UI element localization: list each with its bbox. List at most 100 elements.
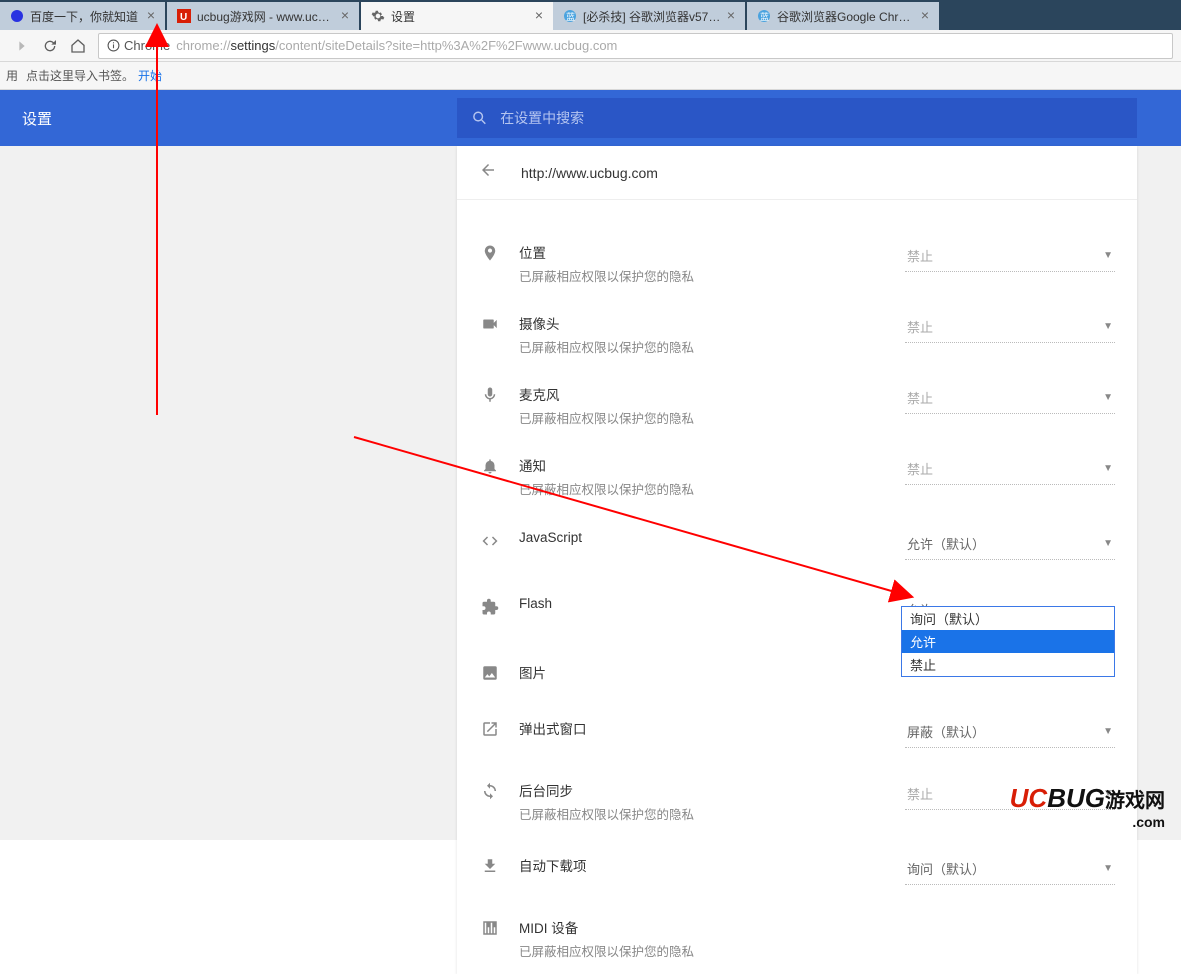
- close-icon[interactable]: ×: [339, 10, 351, 22]
- bookmark-start-link[interactable]: 开始: [138, 67, 162, 84]
- perm-select[interactable]: 屏蔽（默认）▼: [905, 718, 1115, 748]
- perm-select[interactable]: 禁止▼: [905, 313, 1115, 343]
- flash-option-allow[interactable]: 允许: [902, 630, 1114, 653]
- perm-select[interactable]: 询问（默认）▼: [905, 855, 1115, 885]
- close-icon[interactable]: ×: [145, 10, 157, 22]
- reload-button[interactable]: [38, 34, 62, 58]
- chevron-down-icon: ▼: [1103, 726, 1113, 737]
- perm-javascript: JavaScript 允许（默认）▼: [457, 512, 1137, 578]
- flash-option-ask[interactable]: 询问（默认）: [902, 607, 1114, 630]
- close-icon[interactable]: ×: [919, 10, 931, 22]
- url-input[interactable]: Chrome chrome://settings/content/siteDet…: [98, 33, 1173, 59]
- perm-flash: Flash 允许▼ 询问（默认） 允许 禁止: [457, 578, 1137, 644]
- bell-icon: [479, 457, 501, 475]
- chevron-down-icon: ▼: [1103, 538, 1113, 549]
- browser-tab-ucbug[interactable]: U ucbug游戏网 - www.ucb… ×: [167, 2, 359, 30]
- url-text: chrome://settings/content/siteDetails?si…: [176, 38, 617, 53]
- watermark: UCBUG游戏网 .com: [1010, 783, 1165, 830]
- flash-option-block[interactable]: 禁止: [902, 653, 1114, 676]
- perm-label: 摄像头: [519, 313, 905, 333]
- favicon-lan: 蓝: [757, 9, 771, 23]
- settings-search[interactable]: [457, 98, 1137, 138]
- location-icon: [479, 244, 501, 262]
- perm-label: 通知: [519, 455, 905, 475]
- perm-midi: MIDI 设备已屏蔽相应权限以保护您的隐私: [457, 903, 1137, 974]
- chevron-down-icon: ▼: [1103, 463, 1113, 474]
- perm-sublabel: 已屏蔽相应权限以保护您的隐私: [519, 804, 905, 823]
- mic-icon: [479, 386, 501, 404]
- perm-label: JavaScript: [519, 530, 905, 545]
- favicon-baidu: [10, 9, 24, 23]
- flash-dropdown-menu: 询问（默认） 允许 禁止: [901, 606, 1115, 677]
- perm-sublabel: 已屏蔽相应权限以保护您的隐私: [519, 266, 905, 285]
- perm-popups: 弹出式窗口 屏蔽（默认）▼: [457, 700, 1137, 766]
- midi-icon: [479, 919, 501, 937]
- image-icon: [479, 664, 501, 682]
- perm-label: 位置: [519, 242, 905, 262]
- tab-title: 谷歌浏览器Google Chro…: [777, 8, 915, 25]
- perm-auto-download: 自动下载项 询问（默认）▼: [457, 837, 1137, 903]
- nav-forward-button[interactable]: [10, 34, 34, 58]
- perm-label: Flash: [519, 596, 905, 611]
- address-bar: Chrome chrome://settings/content/siteDet…: [0, 30, 1181, 62]
- back-button[interactable]: [479, 161, 497, 184]
- chevron-down-icon: ▼: [1103, 250, 1113, 261]
- svg-text:蓝: 蓝: [760, 11, 769, 22]
- gear-icon: [371, 9, 385, 23]
- bookmark-hint: 点击这里导入书签。: [26, 67, 134, 84]
- settings-page: 设置 http://www.ucbug.com 位置已屏蔽相应权限以保护您的隐私…: [0, 90, 1181, 840]
- perm-select[interactable]: 允许（默认）▼: [905, 530, 1115, 560]
- chevron-down-icon: ▼: [1103, 863, 1113, 874]
- popup-icon: [479, 720, 501, 738]
- perm-select[interactable]: 禁止▼: [905, 242, 1115, 272]
- search-icon: [471, 109, 488, 127]
- tab-title: 设置: [391, 8, 529, 25]
- chevron-down-icon: ▼: [1103, 321, 1113, 332]
- panel-header: http://www.ucbug.com: [457, 146, 1137, 200]
- bookmark-hint-prefix: 用: [6, 67, 18, 84]
- browser-tab-article[interactable]: 蓝 [必杀技] 谷歌浏览器v57… ×: [553, 2, 745, 30]
- perm-label: 麦克风: [519, 384, 905, 404]
- perm-label: 弹出式窗口: [519, 718, 905, 738]
- browser-tab-strip: 百度一下，你就知道 × U ucbug游戏网 - www.ucb… × 设置 ×…: [0, 0, 1181, 30]
- perm-sublabel: 已屏蔽相应权限以保护您的隐私: [519, 941, 1115, 960]
- perm-sublabel: 已屏蔽相应权限以保护您的隐私: [519, 408, 905, 427]
- puzzle-icon: [479, 598, 501, 616]
- tab-title: ucbug游戏网 - www.ucb…: [197, 8, 335, 25]
- sync-icon: [479, 782, 501, 800]
- tab-title: [必杀技] 谷歌浏览器v57…: [583, 8, 721, 25]
- site-url: http://www.ucbug.com: [521, 165, 658, 181]
- code-icon: [479, 532, 501, 550]
- perm-notifications: 通知已屏蔽相应权限以保护您的隐私 禁止▼: [457, 441, 1137, 512]
- perm-mic: 麦克风已屏蔽相应权限以保护您的隐私 禁止▼: [457, 370, 1137, 441]
- svg-text:蓝: 蓝: [566, 11, 575, 22]
- favicon-ucbug: U: [177, 9, 191, 23]
- close-icon[interactable]: ×: [725, 10, 737, 22]
- home-button[interactable]: [66, 34, 90, 58]
- close-icon[interactable]: ×: [533, 10, 545, 22]
- chevron-down-icon: ▼: [1103, 392, 1113, 403]
- perm-camera: 摄像头已屏蔽相应权限以保护您的隐私 禁止▼: [457, 299, 1137, 370]
- perm-label: 自动下载项: [519, 855, 905, 875]
- perm-label: 后台同步: [519, 780, 905, 800]
- perm-sublabel: 已屏蔽相应权限以保护您的隐私: [519, 337, 905, 356]
- secure-label: Chrome: [124, 38, 170, 53]
- browser-tab-baidu[interactable]: 百度一下，你就知道 ×: [0, 2, 165, 30]
- settings-search-input[interactable]: [500, 110, 1123, 126]
- browser-tab-settings[interactable]: 设置 ×: [361, 2, 553, 30]
- settings-title: 设置: [22, 108, 52, 129]
- svg-text:U: U: [180, 12, 187, 23]
- camera-icon: [479, 315, 501, 333]
- page-info-icon[interactable]: Chrome: [107, 38, 170, 53]
- perm-label: 图片: [519, 662, 905, 682]
- tab-title: 百度一下，你就知道: [30, 8, 141, 25]
- perm-location: 位置已屏蔽相应权限以保护您的隐私 禁止▼: [457, 228, 1137, 299]
- browser-tab-chrome[interactable]: 蓝 谷歌浏览器Google Chro… ×: [747, 2, 939, 30]
- perm-label: MIDI 设备: [519, 917, 1115, 937]
- perm-select[interactable]: 禁止▼: [905, 384, 1115, 414]
- perm-sublabel: 已屏蔽相应权限以保护您的隐私: [519, 479, 905, 498]
- download-icon: [479, 857, 501, 875]
- bookmark-bar: 用 点击这里导入书签。 开始: [0, 62, 1181, 90]
- settings-header: 设置: [0, 90, 1181, 146]
- perm-select[interactable]: 禁止▼: [905, 455, 1115, 485]
